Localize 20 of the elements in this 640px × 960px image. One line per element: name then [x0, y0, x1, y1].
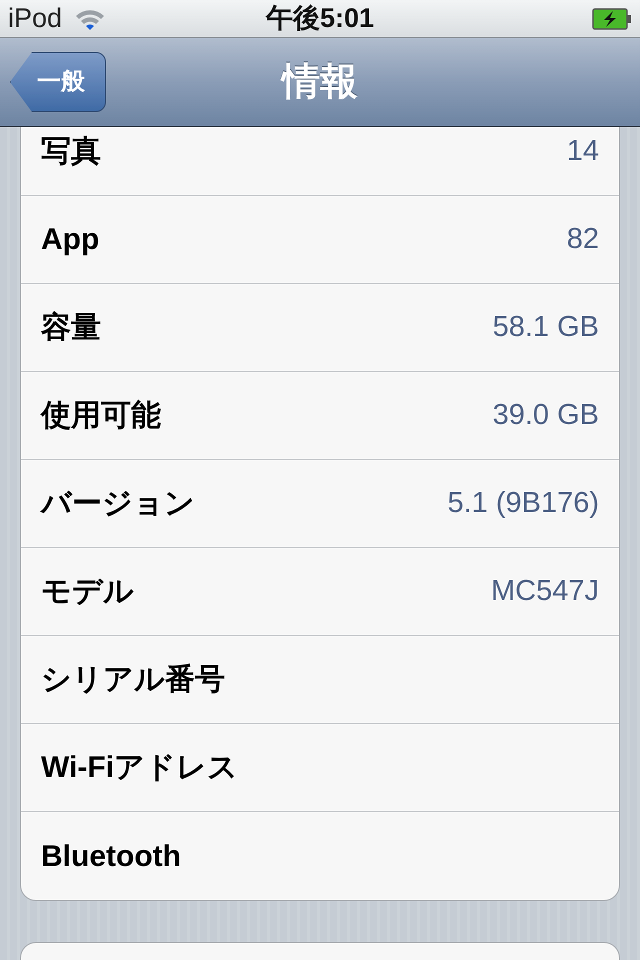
- row-value: MC547J: [491, 574, 599, 609]
- battery-icon: [592, 8, 632, 30]
- row-value: 14: [566, 134, 599, 169]
- row-value: 39.0 GB: [492, 398, 599, 433]
- row-value: 58.1 GB: [492, 310, 599, 345]
- row-label: モデル: [41, 574, 134, 610]
- row-value: 82: [566, 222, 599, 257]
- row-label: Wi-Fiアドレス: [41, 750, 238, 786]
- row-label: Bluetooth: [41, 838, 181, 874]
- row-label: 容量: [41, 310, 101, 346]
- row-label: 使用可能: [41, 398, 161, 434]
- row-label: シリアル番号: [41, 662, 225, 698]
- back-button[interactable]: 一般: [10, 52, 106, 112]
- carrier-name: iPod: [8, 2, 62, 36]
- status-time: 午後5:01: [266, 2, 374, 36]
- row-label: App: [41, 222, 100, 258]
- row-value: 5.1 (9B176): [447, 486, 599, 521]
- navigation-title: 情報: [282, 60, 358, 104]
- row-label: 写真: [41, 134, 101, 170]
- row-label: バージョン: [41, 486, 195, 522]
